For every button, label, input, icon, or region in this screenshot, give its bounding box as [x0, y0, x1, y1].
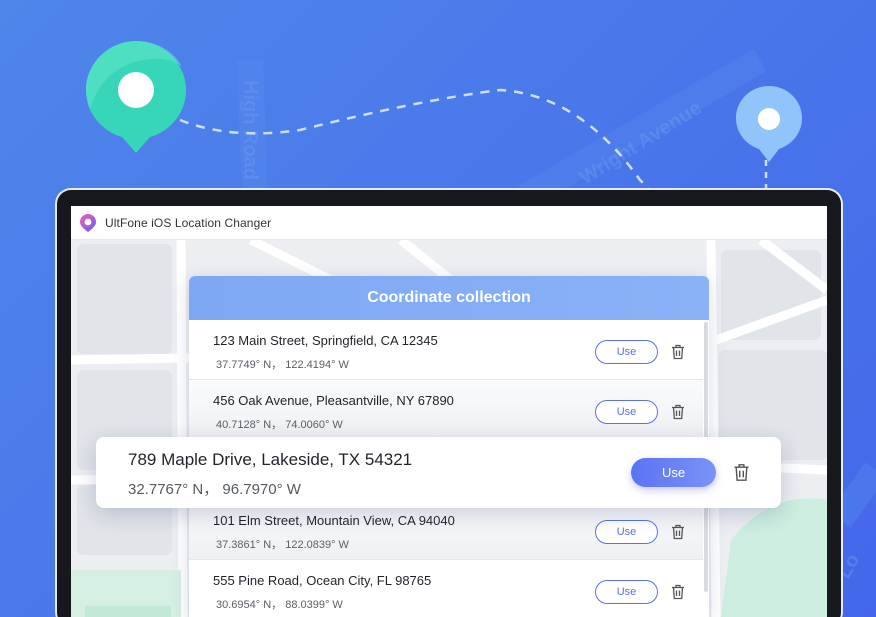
trash-icon[interactable]	[671, 584, 685, 600]
trash-icon[interactable]	[671, 344, 685, 360]
trash-icon[interactable]	[671, 404, 685, 420]
highlighted-list-item[interactable]: 789 Maple Drive, Lakeside, TX 54321 32.7…	[96, 437, 781, 508]
address-text: 456 Oak Avenue, Pleasantville, NY 67890	[213, 393, 454, 408]
use-button[interactable]: Use	[595, 520, 658, 544]
list-item: 123 Main Street, Springfield, CA 12345 3…	[189, 320, 703, 380]
app-logo-icon	[80, 213, 96, 232]
map-pin-blue-icon	[736, 86, 802, 162]
address-text: 123 Main Street, Springfield, CA 12345	[213, 333, 438, 348]
use-button[interactable]: Use	[595, 340, 658, 364]
street-label-high-road: High Road	[239, 80, 261, 180]
coordinate-text: 32.7767° N， 96.7970° W	[128, 481, 301, 498]
coordinate-text: 37.3861° N， 122.0839° W	[216, 539, 349, 551]
trash-icon[interactable]	[733, 463, 750, 482]
dialog-title: Coordinate collection	[367, 289, 531, 306]
use-button[interactable]: Use	[595, 400, 658, 424]
coordinate-text: 30.6954° N， 88.0399° W	[216, 599, 343, 611]
list-item: 456 Oak Avenue, Pleasantville, NY 67890 …	[189, 380, 703, 440]
app-title: UltFone iOS Location Changer	[105, 215, 272, 230]
address-text: 555 Pine Road, Ocean City, FL 98765	[213, 573, 432, 588]
use-button[interactable]: Use	[631, 458, 716, 487]
coordinate-text: 40.7128° N， 74.0060° W	[216, 419, 343, 431]
coordinate-text: 37.7749° N， 122.4194° W	[216, 359, 349, 371]
address-text: 101 Elm Street, Mountain View, CA 94040	[213, 513, 455, 528]
dialog-header: Coordinate collection	[189, 276, 709, 320]
use-button[interactable]: Use	[595, 580, 658, 604]
list-item: 555 Pine Road, Ocean City, FL 98765 30.6…	[189, 560, 703, 617]
map-pin-green-icon	[86, 41, 186, 153]
trash-icon[interactable]	[671, 524, 685, 540]
address-text: 789 Maple Drive, Lakeside, TX 54321	[128, 450, 413, 469]
title-bar: UltFone iOS Location Changer	[71, 206, 827, 240]
list-item: 101 Elm Street, Mountain View, CA 94040 …	[189, 500, 703, 560]
